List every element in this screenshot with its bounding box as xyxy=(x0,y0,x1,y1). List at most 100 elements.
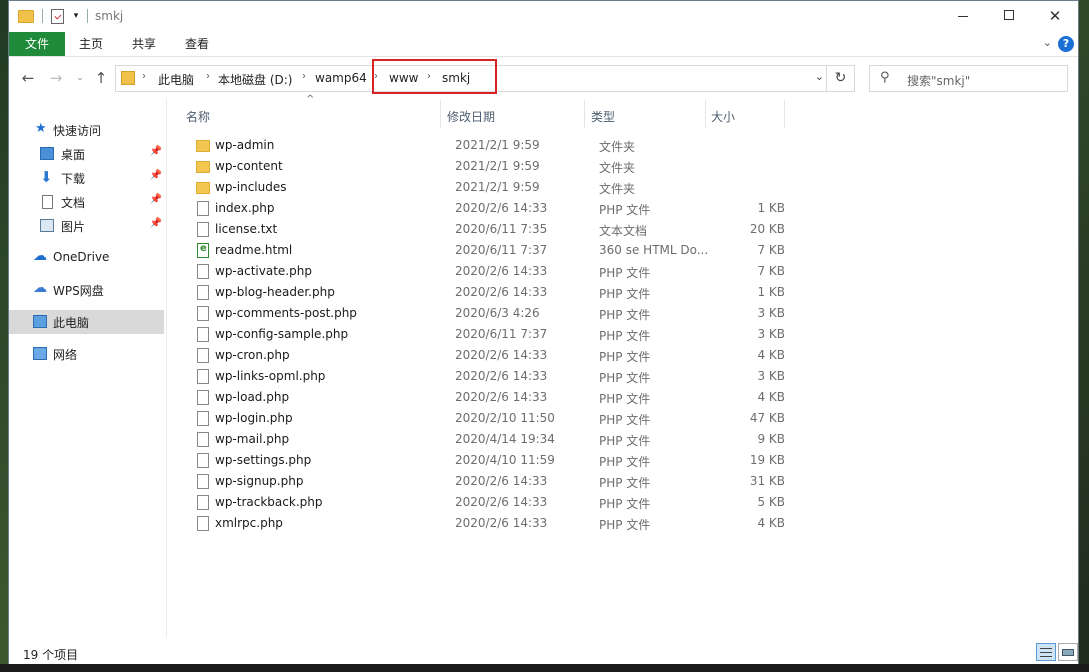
pin-icon[interactable]: 📌 xyxy=(150,194,162,205)
back-button[interactable]: ← xyxy=(18,68,38,88)
table-row[interactable]: wp-admin 2021/2/1 9:59 文件夹 xyxy=(185,135,785,156)
sidebar-item-network[interactable]: 网络 xyxy=(9,342,164,366)
breadcrumb-wamp64[interactable]: wamp64 xyxy=(315,71,367,85)
up-button[interactable]: ↑ xyxy=(91,68,111,88)
table-row[interactable]: xmlrpc.php 2020/2/6 14:33 PHP 文件 4 KB xyxy=(185,513,785,534)
search-input[interactable]: ⚲ 搜索"smkj" xyxy=(869,65,1068,92)
file-icon xyxy=(197,474,209,489)
tab-view[interactable]: 查看 xyxy=(177,32,217,56)
table-row[interactable]: wp-links-opml.php 2020/2/6 14:33 PHP 文件 3 K… xyxy=(185,366,785,387)
pin-icon[interactable]: 📌 xyxy=(150,170,162,181)
sidebar-item-pictures[interactable]: 图片 📌 xyxy=(9,214,164,238)
file-size: 31 KB xyxy=(749,474,785,488)
help-icon[interactable]: ? xyxy=(1058,36,1074,52)
file-name: wp-load.php xyxy=(215,390,290,404)
file-size: 4 KB xyxy=(757,390,785,404)
file-date: 2020/2/6 14:33 xyxy=(455,369,548,383)
file-date: 2020/2/6 14:33 xyxy=(455,348,548,362)
file-type: PHP 文件 xyxy=(599,350,651,364)
file-name: wp-trackback.php xyxy=(215,495,323,509)
column-divider[interactable] xyxy=(440,100,441,128)
table-row[interactable]: wp-content 2021/2/1 9:59 文件夹 xyxy=(185,156,785,177)
table-row[interactable]: wp-comments-post.php 2020/6/3 4:26 PHP 文件 3… xyxy=(185,303,785,324)
forward-button[interactable]: → xyxy=(46,68,66,88)
column-date[interactable]: 修改日期 xyxy=(447,108,495,125)
sidebar-item-quick-access[interactable]: ★ 快速访问 xyxy=(9,118,164,142)
close-button[interactable]: ✕ xyxy=(1032,1,1078,32)
sidebar-item-onedrive[interactable]: ☁ OneDrive xyxy=(9,246,164,270)
tab-home[interactable]: 主页 xyxy=(71,32,111,56)
table-row[interactable]: index.php 2020/2/6 14:33 PHP 文件 1 KB xyxy=(185,198,785,219)
window-title: smkj xyxy=(95,9,124,23)
pin-icon[interactable]: 📌 xyxy=(150,146,162,157)
file-name: license.txt xyxy=(215,222,278,236)
maximize-button[interactable] xyxy=(986,1,1032,32)
column-name[interactable]: 名称 xyxy=(186,108,210,125)
minimize-button[interactable] xyxy=(940,1,986,32)
chevron-right-icon[interactable]: › xyxy=(206,71,210,82)
sidebar-item-this-pc[interactable]: 此电脑 xyxy=(9,310,164,334)
sidebar-item-wps-drive[interactable]: ☁ WPS网盘 xyxy=(9,278,164,302)
table-row[interactable]: wp-cron.php 2020/2/6 14:33 PHP 文件 4 KB xyxy=(185,345,785,366)
sidebar-item-label: 图片 xyxy=(61,220,86,234)
file-size: 4 KB xyxy=(757,516,785,530)
file-icon xyxy=(197,390,209,405)
table-row[interactable]: readme.html 2020/6/11 7:37 360 se HTML Do.… xyxy=(185,240,785,261)
sidebar-item-documents[interactable]: 文档 📌 xyxy=(9,190,164,214)
column-divider[interactable] xyxy=(784,100,785,128)
file-name: wp-signup.php xyxy=(215,474,304,488)
tab-file[interactable]: 文件 xyxy=(9,32,65,56)
file-type: PHP 文件 xyxy=(599,371,651,385)
file-type: 360 se HTML Do... xyxy=(599,243,709,257)
cloud-icon: ☁ xyxy=(33,248,47,264)
sidebar-item-label: 桌面 xyxy=(61,148,86,162)
file-date: 2020/6/11 7:37 xyxy=(455,243,548,257)
sidebar-item-label: 此电脑 xyxy=(53,316,90,330)
table-row[interactable]: wp-settings.php 2020/4/10 11:59 PHP 文件 19 K… xyxy=(185,450,785,471)
chevron-right-icon[interactable]: › xyxy=(142,71,146,82)
table-row[interactable]: wp-load.php 2020/2/6 14:33 PHP 文件 4 KB xyxy=(185,387,785,408)
file-name: wp-activate.php xyxy=(215,264,312,278)
table-row[interactable]: wp-signup.php 2020/2/6 14:33 PHP 文件 31 KB xyxy=(185,471,785,492)
address-history-icon[interactable]: ⌄ xyxy=(815,70,824,83)
tab-share[interactable]: 共享 xyxy=(124,32,164,56)
refresh-button[interactable]: ↻ xyxy=(826,66,854,91)
table-row[interactable]: wp-login.php 2020/2/10 11:50 PHP 文件 47 KB xyxy=(185,408,785,429)
table-row[interactable]: license.txt 2020/6/11 7:35 文本文档 20 KB xyxy=(185,219,785,240)
sidebar-item-desktop[interactable]: 桌面 📌 xyxy=(9,142,164,166)
file-icon xyxy=(197,201,209,216)
table-row[interactable]: wp-blog-header.php 2020/2/6 14:33 PHP 文件 1 … xyxy=(185,282,785,303)
column-type[interactable]: 类型 xyxy=(591,108,615,125)
chevron-right-icon[interactable]: › xyxy=(302,71,306,82)
column-size[interactable]: 大小 xyxy=(711,108,735,125)
properties-icon[interactable] xyxy=(51,9,64,24)
file-list: ^ 名称 修改日期 类型 大小 wp-admin 2021/2/1 9:59 文件夹… xyxy=(168,94,1078,638)
status-bar: 19 个项目 xyxy=(9,641,1078,664)
minimize-icon xyxy=(958,16,968,17)
sidebar-item-downloads[interactable]: ⬇ 下载 📌 xyxy=(9,166,164,190)
details-view-button[interactable] xyxy=(1036,643,1056,661)
table-row[interactable]: wp-activate.php 2020/2/6 14:33 PHP 文件 7 KB xyxy=(185,261,785,282)
close-icon: ✕ xyxy=(1048,7,1062,25)
file-name: wp-blog-header.php xyxy=(215,285,335,299)
table-row[interactable]: wp-trackback.php 2020/2/6 14:33 PHP 文件 5 KB xyxy=(185,492,785,513)
table-row[interactable]: wp-mail.php 2020/4/14 19:34 PHP 文件 9 KB xyxy=(185,429,785,450)
html-file-icon xyxy=(197,243,209,258)
column-header: ^ 名称 修改日期 类型 大小 xyxy=(168,94,788,128)
pin-icon[interactable]: 📌 xyxy=(150,218,162,229)
table-row[interactable]: wp-config-sample.php 2020/6/11 7:37 PHP 文件… xyxy=(185,324,785,345)
file-size: 9 KB xyxy=(757,432,785,446)
file-icon xyxy=(197,285,209,300)
customize-quick-access-icon[interactable]: ▾ xyxy=(71,11,81,27)
table-row[interactable]: wp-includes 2021/2/1 9:59 文件夹 xyxy=(185,177,785,198)
recent-locations-icon[interactable]: ⌄ xyxy=(70,68,90,88)
column-divider[interactable] xyxy=(584,100,585,128)
star-icon: ★ xyxy=(35,121,47,136)
expand-ribbon-icon[interactable]: ⌄ xyxy=(1043,36,1052,49)
column-divider[interactable] xyxy=(705,100,706,128)
large-icons-view-button[interactable] xyxy=(1058,643,1078,661)
network-icon xyxy=(33,347,47,360)
file-size: 4 KB xyxy=(757,348,785,362)
breadcrumb-drive-d[interactable]: 本地磁盘 (D:) xyxy=(218,71,292,88)
breadcrumb-this-pc[interactable]: 此电脑 xyxy=(158,71,194,88)
